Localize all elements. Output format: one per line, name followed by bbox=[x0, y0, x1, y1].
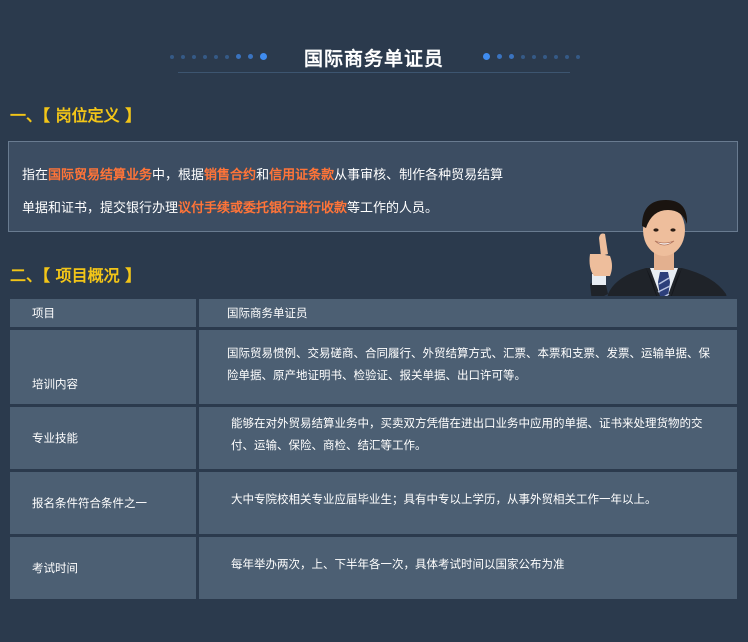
table-row: 考试时间 每年举办两次，上、下半年各一次，具体考试时间以国家公布为准 bbox=[7, 534, 740, 602]
definition-text: 单据和证书，提交银行办理 bbox=[22, 201, 179, 216]
row-label-eligibility: 报名条件符合条件之一 bbox=[7, 469, 199, 537]
definition-text: 指在 bbox=[22, 168, 49, 183]
row-label-professional-skills: 专业技能 bbox=[7, 404, 199, 472]
definition-text: 等工作的人员。 bbox=[347, 201, 439, 216]
table-row: 专业技能 能够在对外贸易结算业务中，买卖双方凭借在进出口业务中应用的单据、证书来… bbox=[7, 404, 740, 472]
definition-text: 从事审核、制作各种贸易结算 bbox=[334, 168, 504, 183]
definition-text: 中，根据 bbox=[152, 168, 205, 183]
header-value-cell: 国际商务单证员 bbox=[196, 296, 740, 330]
definition-text: 和 bbox=[256, 168, 270, 183]
highlighted-term: 销售合约 bbox=[204, 168, 257, 183]
row-value-eligibility: 大中专院校相关专业应届毕业生；具有中专以上学历，从事外贸相关工作一年以上。 bbox=[196, 469, 740, 537]
row-value-professional-skills: 能够在对外贸易结算业务中，买卖双方凭借在进出口业务中应用的单据、证书来处理货物的… bbox=[196, 404, 740, 472]
row-value-training-content: 国际贸易惯例、交易磋商、合同履行、外贸结算方式、汇票、本票和支票、发票、运输单据… bbox=[196, 327, 740, 407]
highlighted-term: 议付手续或委托银行进行收款 bbox=[178, 201, 348, 216]
definition-heading: 一、【 岗位定义 】 bbox=[10, 106, 142, 125]
title-underline bbox=[178, 72, 570, 73]
row-value-exam-time: 每年举办两次，上、下半年各一次，具体考试时间以国家公布为准 bbox=[196, 534, 740, 602]
table-row: 培训内容 国际贸易惯例、交易磋商、合同履行、外贸结算方式、汇票、本票和支票、发票… bbox=[7, 327, 740, 407]
right-dot-decoration bbox=[483, 53, 580, 60]
row-label-training-content: 培训内容 bbox=[7, 327, 199, 407]
project-overview-table: 项目 国际商务单证员 培训内容 国际贸易惯例、交易磋商、合同履行、外贸结算方式、… bbox=[7, 296, 740, 602]
definition-line-1: 指在国际贸易结算业务中，根据销售合约和信用证条款从事审核、制作各种贸易结算 bbox=[22, 159, 724, 192]
overview-heading: 二、【 项目概况 】 bbox=[10, 266, 142, 285]
title-banner: 国际商务单证员 bbox=[0, 0, 748, 95]
row-label-exam-time: 考试时间 bbox=[7, 534, 199, 602]
table-row: 报名条件符合条件之一 大中专院校相关专业应届毕业生；具有中专以上学历，从事外贸相… bbox=[7, 469, 740, 537]
highlighted-term: 国际贸易结算业务 bbox=[48, 168, 153, 183]
header-label-cell: 项目 bbox=[7, 296, 199, 330]
table-header-row: 项目 国际商务单证员 bbox=[7, 296, 740, 330]
page-title: 国际商务单证员 bbox=[303, 48, 444, 70]
highlighted-term: 信用证条款 bbox=[269, 168, 335, 183]
